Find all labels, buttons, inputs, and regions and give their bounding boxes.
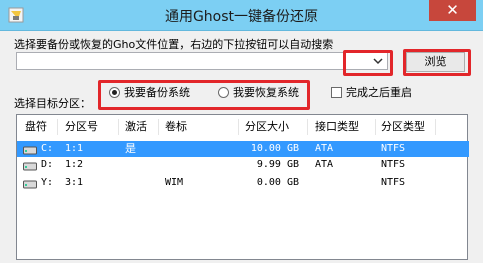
cell-drive: C: (41, 143, 54, 154)
partition-row-y[interactable]: Y: 3:1 WIM 0.00 GB NTFS (17, 175, 469, 191)
partition-table[interactable]: 盘符 分区号 激活 卷标 分区大小 接口类型 分区类型 C: 1:1 是 10.… (16, 114, 469, 260)
drive-icon (23, 162, 37, 171)
column-separator (118, 119, 119, 135)
close-button[interactable]: ✕ (429, 0, 476, 21)
header-interface[interactable]: 接口类型 (315, 119, 359, 135)
cell-partition: 1:1 (65, 143, 84, 154)
restore-radio-label: 我要恢复系统 (233, 86, 299, 99)
column-separator (307, 119, 308, 135)
highlight-browse-button (403, 49, 471, 76)
column-separator (375, 119, 376, 135)
header-drive[interactable]: 盘符 (25, 119, 47, 135)
cell-interface: ATA (315, 143, 334, 154)
partition-row-d[interactable]: D: 1:2 9.99 GB ATA NTFS (17, 157, 469, 173)
header-partition[interactable]: 分区号 (65, 119, 98, 135)
restore-radio-indicator (218, 87, 229, 98)
cell-size: 10.00 GB (250, 143, 299, 154)
close-icon: ✕ (446, 1, 459, 19)
highlight-path-dropdown (343, 50, 393, 76)
reboot-checkbox-label: 完成之后重启 (346, 86, 412, 99)
target-partition-label: 选择目标分区： (14, 97, 91, 110)
cell-interface: ATA (315, 159, 334, 170)
cell-partition: 1:2 (65, 159, 84, 170)
title-bar: 通用Ghost一键备份还原 ✕ (0, 0, 483, 31)
cell-fs-type: NTFS (381, 177, 406, 188)
cell-label: WIM (165, 177, 184, 188)
gho-path-combobox[interactable] (16, 52, 388, 70)
cell-active: 是 (125, 142, 136, 155)
cell-partition: 3:1 (65, 177, 84, 188)
cell-size: 9.99 GB (256, 159, 299, 170)
restore-radio[interactable]: 我要恢复系统 (218, 86, 299, 100)
column-separator (57, 119, 58, 135)
header-active[interactable]: 激活 (125, 119, 147, 135)
column-separator (238, 119, 239, 135)
header-size[interactable]: 分区大小 (245, 119, 289, 135)
reboot-checkbox[interactable]: 完成之后重启 (331, 86, 412, 100)
backup-radio-label: 我要备份系统 (124, 86, 190, 99)
header-fs-type[interactable]: 分区类型 (381, 119, 425, 135)
column-separator (435, 119, 436, 135)
cell-drive: Y: (41, 177, 54, 188)
cell-fs-type: NTFS (381, 159, 406, 170)
drive-icon (23, 180, 37, 189)
partition-row-c[interactable]: C: 1:1 是 10.00 GB ATA NTFS (17, 141, 469, 157)
cell-drive: D: (41, 159, 54, 170)
column-separator (158, 119, 159, 135)
gho-path-label: 选择要备份或恢复的Gho文件位置，右边的下拉按钮可以自动搜索 (14, 38, 334, 51)
backup-radio-indicator (109, 87, 120, 98)
window-title: 通用Ghost一键备份还原 (164, 9, 319, 25)
backup-radio[interactable]: 我要备份系统 (109, 86, 190, 100)
drive-icon (23, 146, 37, 155)
header-label[interactable]: 卷标 (165, 119, 187, 135)
cell-size: 0.00 GB (256, 177, 299, 188)
reboot-checkbox-box (331, 87, 342, 98)
cell-fs-type: NTFS (381, 143, 406, 154)
